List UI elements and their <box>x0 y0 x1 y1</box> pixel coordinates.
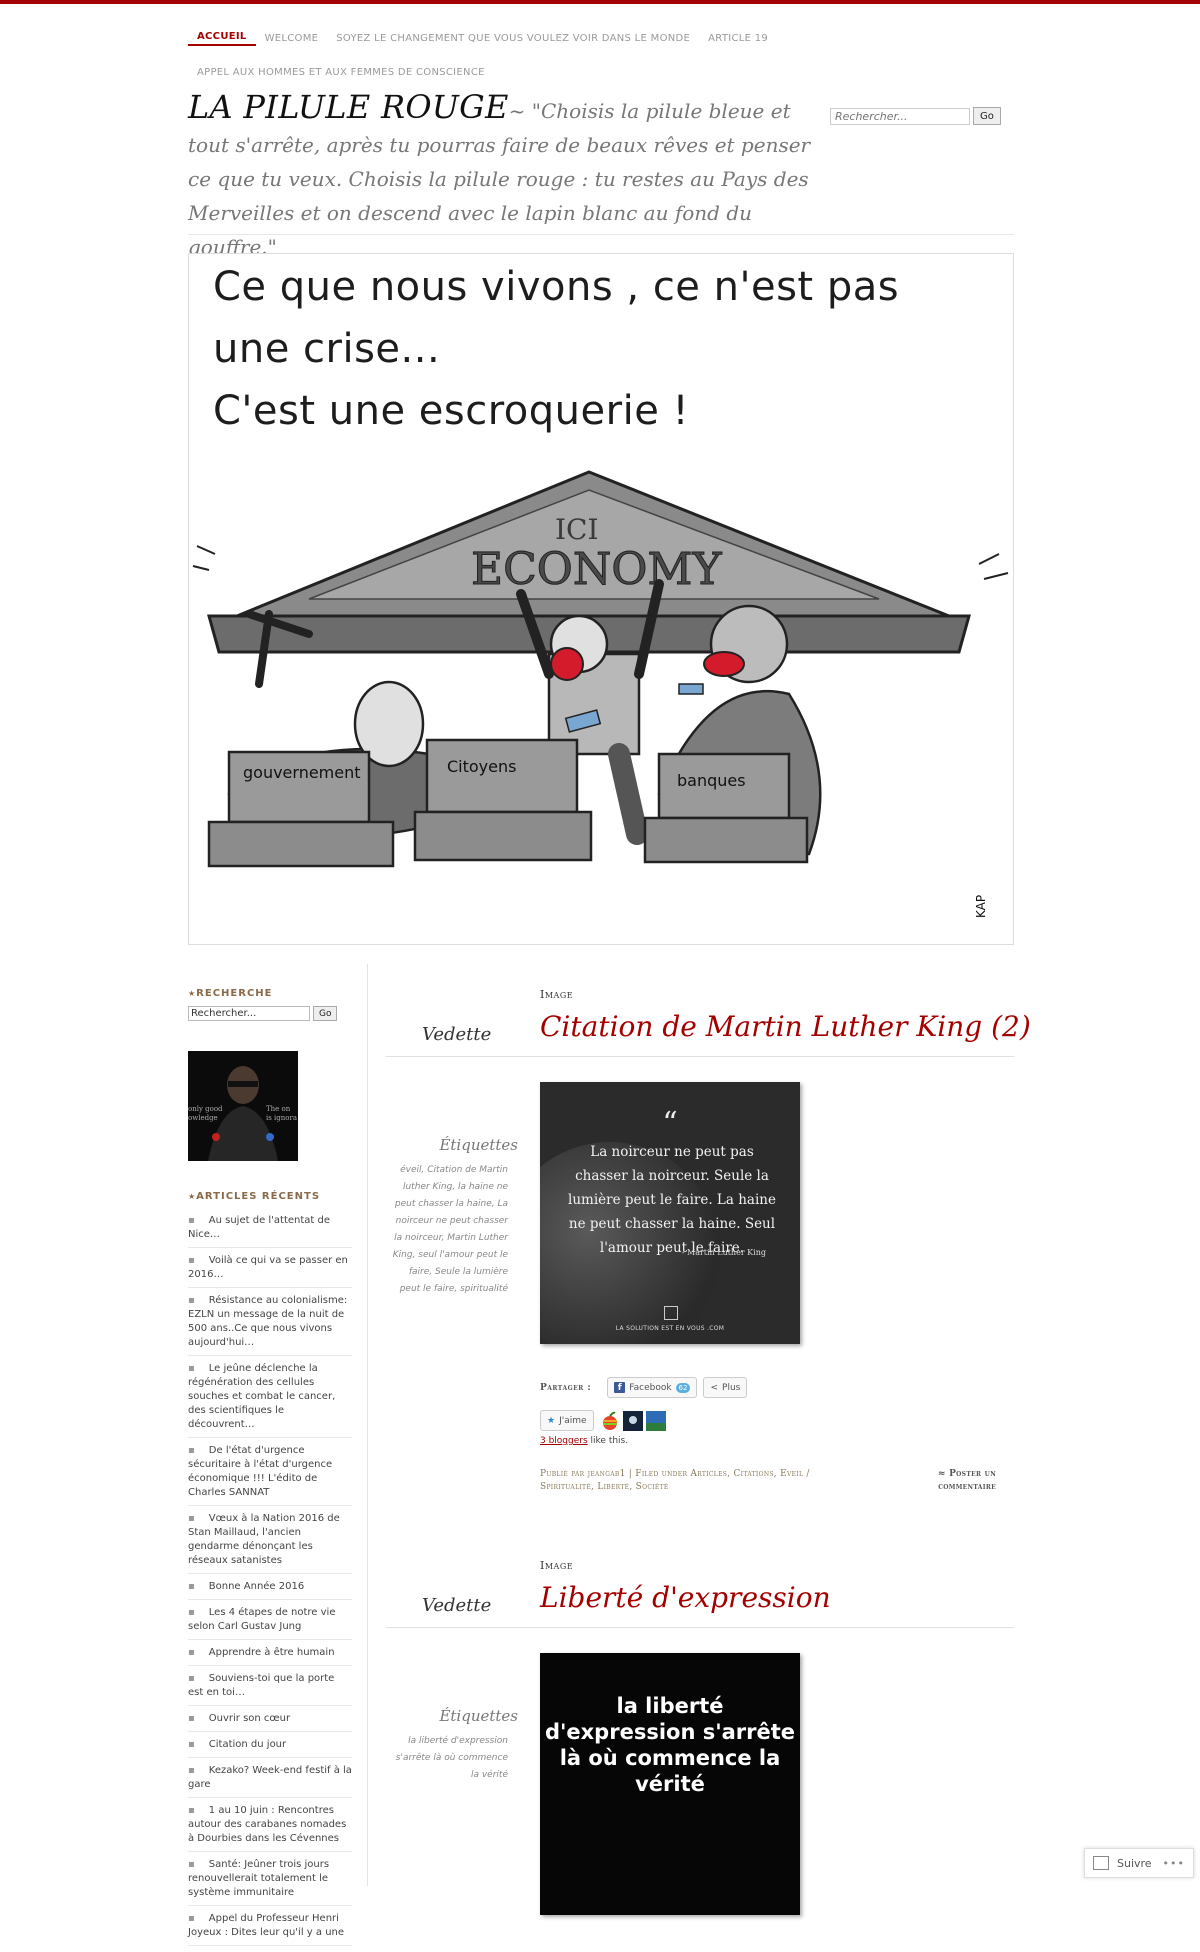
site-title[interactable]: LA PILULE ROUGE <box>188 88 509 126</box>
post-title[interactable]: Liberté d'expression <box>540 1581 831 1614</box>
post-martin-luther-king: Image Vedette Citation de Martin Luther … <box>386 980 1031 1500</box>
sidebar-search-input[interactable] <box>188 1006 310 1021</box>
recent-post-item[interactable]: ▪ Le jeûne déclenche la régénération des … <box>188 1362 352 1438</box>
liked-by-text: 3 bloggers like this. <box>540 1436 628 1446</box>
liker-avatar-night[interactable] <box>622 1410 643 1431</box>
liker-avatar-sky[interactable] <box>645 1410 666 1431</box>
post-title-divider <box>386 1627 1014 1628</box>
nav-item-welcome[interactable]: WELCOME <box>256 33 328 44</box>
share-icon: < <box>710 1382 719 1393</box>
quote-mark: “ <box>662 1106 678 1141</box>
search-widget-title: RECHERCHE <box>188 988 352 999</box>
liberte-image[interactable]: la liberté d'expression s'arrête là où c… <box>540 1653 800 1915</box>
recent-post-item[interactable]: ▪ Résistance au colonialisme: EZLN un mes… <box>188 1294 352 1356</box>
post-title[interactable]: Citation de Martin Luther King (2) <box>540 1010 1031 1043</box>
post-meta[interactable]: Publié par jeangab1 | Filed under Articl… <box>540 1468 840 1494</box>
like-button[interactable]: ★ J'aime <box>540 1410 594 1431</box>
tags-list[interactable]: la liberté d'expression s'arrête là où c… <box>386 1733 508 1784</box>
more-share-button[interactable]: < Plus <box>703 1377 748 1398</box>
recent-post-item[interactable]: ▪ Au sujet de l'attentat de Nice… <box>188 1214 352 1248</box>
share-bar: Partager : f Facebook 62 < Plus <box>540 1377 753 1398</box>
pedestal-label-citoyens: Citoyens <box>447 757 516 776</box>
cartoon-signature: KAP <box>974 895 988 918</box>
post-format-label: Image <box>540 1559 574 1572</box>
sidebar-search-go-button[interactable]: Go <box>313 1006 338 1021</box>
header-cartoon-image: Ce que nous vivons , ce n'est pas une cr… <box>188 253 1014 945</box>
recent-post-item[interactable]: ▪ Voilà ce qui va se passer en 2016… <box>188 1254 352 1288</box>
likers-suffix: like this. <box>587 1436 629 1446</box>
site-logo-icon <box>664 1306 678 1320</box>
facebook-label: Facebook <box>629 1382 672 1393</box>
pedestal-citoyens: Citoyens <box>413 738 593 862</box>
recent-post-item[interactable]: ▪ Ouvrir son cœur <box>188 1712 352 1732</box>
tags-list[interactable]: éveil, Citation de Martin luther King, l… <box>386 1162 508 1298</box>
quote-text: La noirceur ne peut pas chasser la noirc… <box>568 1144 776 1256</box>
liberte-image-text: la liberté d'expression s'arrête là où c… <box>544 1694 796 1796</box>
sidebar-divider <box>367 964 368 1886</box>
tags-label: Étiquettes <box>439 1136 518 1154</box>
like-bar: ★ J'aime <box>540 1410 669 1431</box>
recent-post-item[interactable]: ▪ De l'état d'urgence sécuritaire à l'éta… <box>188 1444 352 1506</box>
recent-post-item[interactable]: ▪ Souviens-toi que la porte est en toi… <box>188 1672 352 1706</box>
follow-icon <box>1093 1856 1109 1870</box>
quote-footer: LA SOLUTION EST EN VOUS .COM <box>615 1325 725 1332</box>
post-comment-link[interactable]: ≈ Poster un commentaire <box>914 1468 996 1494</box>
recent-post-item[interactable]: ▪ 1 au 10 juin : Rencontres autour des ca… <box>188 1804 352 1852</box>
pediment-top-label: ICI <box>555 513 599 546</box>
sidebar-morpheus-image[interactable]: only good owledge The on is ignora <box>188 1051 298 1161</box>
facebook-share-button[interactable]: f Facebook 62 <box>607 1377 698 1398</box>
site-header: LA PILULE ROUGE~ "Choisis la pilule bleu… <box>188 90 828 264</box>
pedestal-gouvernement: gouvernement <box>207 750 395 868</box>
featured-label: Vedette <box>422 1595 492 1616</box>
post-title-divider <box>386 1056 1014 1057</box>
recent-posts-title: ARTICLES RÉCENTS <box>188 1191 352 1202</box>
nav-item-soyez-le-changement[interactable]: SOYEZ LE CHANGEMENT QUE VOUS VOULEZ VOIR… <box>327 33 699 44</box>
cartoon-drawing: ICI ECONOMY gouvernement Citoyens banque… <box>192 470 1009 918</box>
main-navigation: ACCUEIL WELCOME SOYEZ LE CHANGEMENT QUE … <box>188 26 1008 84</box>
pedestal-label-gouvernement: gouvernement <box>243 763 361 782</box>
header-divider <box>188 234 1014 235</box>
nav-item-article-19[interactable]: ARTICLE 19 <box>699 33 777 44</box>
mlk-quote-image[interactable]: “ La noirceur ne peut pas chasser la noi… <box>540 1082 800 1344</box>
star-icon: ★ <box>547 1415 556 1426</box>
recent-post-item[interactable]: ▪ Les 4 étapes de notre vie selon Carl Gu… <box>188 1606 352 1640</box>
morpheus-caption-right: The on is ignora <box>266 1105 298 1122</box>
more-label: Plus <box>722 1382 741 1393</box>
recent-post-item[interactable]: ▪ Appel du Professeur Henri Joyeux : Dite… <box>188 1912 352 1946</box>
nav-item-accueil[interactable]: ACCUEIL <box>188 31 256 46</box>
facebook-count: 62 <box>675 1382 691 1393</box>
featured-label: Vedette <box>422 1024 492 1045</box>
top-accent-bar <box>0 0 1200 4</box>
more-options-icon[interactable]: ••• <box>1163 1857 1185 1870</box>
pediment-label: ECONOMY <box>471 544 722 595</box>
post-liberte-expression: Image Vedette Liberté d'expression Étiqu… <box>386 1551 1014 1915</box>
recent-post-item[interactable]: ▪ Kezako? Week-end festif à la gare <box>188 1764 352 1798</box>
tags-label: Étiquettes <box>439 1707 518 1725</box>
pedestal-banques: banques <box>643 752 809 864</box>
recent-post-item[interactable]: ▪ Bonne Année 2016 <box>188 1580 352 1600</box>
post-format-label: Image <box>540 988 574 1001</box>
header-search-go-button[interactable]: Go <box>973 107 1001 125</box>
sidebar: RECHERCHE Go only good owledge The on is… <box>188 988 352 1952</box>
liker-avatar-apple[interactable] <box>600 1411 620 1431</box>
share-label: Partager : <box>540 1382 592 1393</box>
recent-post-item[interactable]: ▪ Apprendre à être humain <box>188 1646 352 1666</box>
recent-post-item[interactable]: ▪ Vœux à la Nation 2016 de Stan Maillaud,… <box>188 1512 352 1574</box>
quote-author: - Martin Luther King <box>681 1248 766 1257</box>
header-search-input[interactable] <box>830 107 970 125</box>
like-label: J'aime <box>559 1415 587 1426</box>
follow-button[interactable]: Suivre ••• <box>1084 1848 1194 1878</box>
recent-posts-list: ▪ Au sujet de l'attentat de Nice… ▪ Voilà … <box>188 1214 352 1946</box>
facebook-icon: f <box>614 1382 626 1393</box>
nav-item-appel[interactable]: APPEL AUX HOMMES ET AUX FEMMES DE CONSCI… <box>188 67 494 78</box>
morpheus-caption-left: only good owledge <box>188 1105 223 1122</box>
sidebar-search-form: Go <box>188 1006 352 1021</box>
recent-post-item[interactable]: ▪ Citation du jour <box>188 1738 352 1758</box>
pedestal-label-banques: banques <box>677 771 746 790</box>
likers-link[interactable]: 3 bloggers <box>540 1436 588 1446</box>
header-search-form: Go <box>830 107 1001 125</box>
follow-label: Suivre <box>1117 1856 1152 1870</box>
recent-post-item[interactable]: ▪ Santé: Jeûner trois jours renouvellerai… <box>188 1858 352 1906</box>
